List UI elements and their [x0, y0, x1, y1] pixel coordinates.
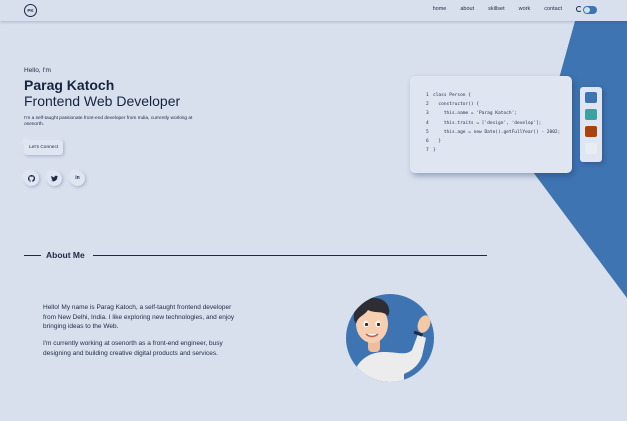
swatch-light[interactable]	[585, 143, 597, 154]
about-heading: About Me	[24, 250, 487, 260]
nav-links: home about skillset work contact	[433, 6, 562, 12]
color-swatches	[580, 87, 602, 162]
nav-link-home[interactable]: home	[433, 6, 447, 12]
logo[interactable]: PK	[24, 4, 37, 17]
swatch-rust[interactable]	[585, 126, 597, 137]
avatar	[346, 294, 434, 382]
greeting: Hello, I'm	[24, 67, 51, 74]
code-line: 6 }	[426, 138, 442, 144]
social-links: in	[24, 170, 194, 186]
code-line: 3 this.name = 'Parag Katoch';	[426, 111, 517, 117]
about-paragraph-1: Hello! My name is Parag Katoch, a self-t…	[43, 304, 235, 331]
linkedin-icon[interactable]: in	[70, 170, 85, 186]
code-line: 7}	[426, 148, 436, 154]
nav-link-about[interactable]: about	[460, 6, 474, 12]
code-line: 4 this.traits = ['design', 'develop'];	[426, 120, 542, 126]
hero-name: Parag Katoch	[24, 77, 115, 93]
divider	[93, 255, 487, 256]
swatch-teal[interactable]	[585, 109, 597, 120]
nav-link-contact[interactable]: contact	[544, 6, 562, 12]
connect-button[interactable]: Let's Connect	[24, 139, 64, 155]
hero-role: Frontend Web Developer	[24, 93, 181, 109]
theme-toggle[interactable]	[583, 6, 597, 14]
about-title: About Me	[46, 250, 85, 260]
hero-section: Hello, I'm Parag Katoch Frontend Web Dev…	[24, 67, 194, 186]
code-line: 1 class Person {	[426, 93, 471, 98]
hero-description: I'm a self-taught passionate front-end d…	[24, 116, 193, 128]
moon-icon	[576, 6, 582, 12]
top-navbar: PK home about skillset work contact	[0, 0, 627, 21]
nav-link-skillset[interactable]: skillset	[488, 6, 505, 12]
nav-link-work[interactable]: work	[519, 6, 531, 12]
twitter-icon[interactable]	[47, 170, 62, 186]
code-line: 5 this.age = new Date().getFullYear() - …	[426, 129, 561, 135]
code-card: 1 class Person { 2 constructor() { 3 this…	[410, 76, 572, 173]
divider	[24, 255, 41, 256]
github-icon[interactable]	[24, 170, 39, 186]
swatch-blue[interactable]	[585, 92, 597, 103]
about-paragraph-2: I'm currently working at osenorth as a f…	[43, 340, 223, 357]
code-line: 2 constructor() {	[426, 102, 480, 108]
